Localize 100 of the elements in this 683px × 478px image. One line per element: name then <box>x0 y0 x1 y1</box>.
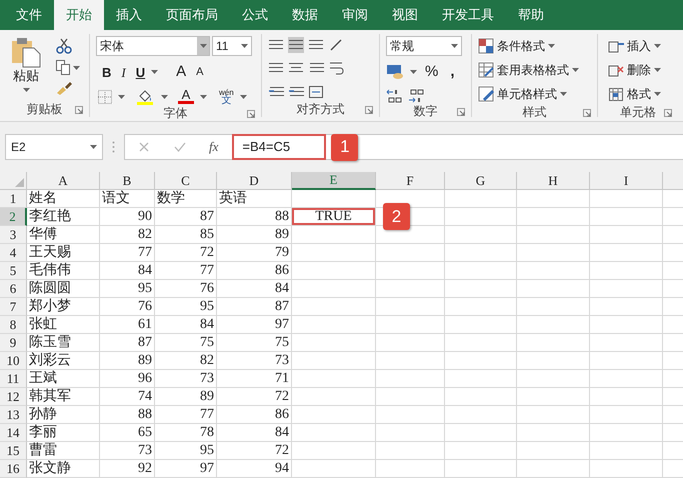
underline-button[interactable]: U <box>136 62 146 82</box>
row-header[interactable]: 13 <box>0 406 27 424</box>
ribbon-tab[interactable]: 开始 <box>54 0 104 30</box>
dialog-launcher-icon[interactable] <box>247 110 255 118</box>
caret-icon[interactable] <box>118 94 125 98</box>
wrap-text-icon[interactable] <box>328 60 344 76</box>
ribbon-tab[interactable]: 视图 <box>380 0 430 30</box>
row-header[interactable]: 4 <box>0 244 27 262</box>
caret-icon[interactable] <box>654 68 661 72</box>
row-header[interactable]: 5 <box>0 262 27 280</box>
number-format-field[interactable]: 常规 <box>386 36 462 56</box>
row-header[interactable]: 2 <box>0 208 27 226</box>
bold-button[interactable]: B <box>102 62 112 82</box>
ribbon-tab[interactable]: 帮助 <box>506 0 556 30</box>
comma-button[interactable]: , <box>450 61 455 84</box>
phonetic-guide-button[interactable]: wén 文 <box>219 88 234 104</box>
insert-button[interactable]: 插入 <box>608 36 661 56</box>
font-name-field[interactable]: 宋体 <box>96 36 210 56</box>
ribbon-tab[interactable]: 插入 <box>104 0 154 30</box>
percent-button[interactable]: % <box>425 61 438 84</box>
italic-button[interactable]: I <box>121 62 126 82</box>
dialog-launcher-icon[interactable] <box>75 106 83 114</box>
increase-decimal-icon[interactable] <box>386 88 402 102</box>
copy-icon[interactable] <box>56 60 70 75</box>
drag-handle-icon[interactable] <box>112 141 115 153</box>
grow-font-button[interactable]: A <box>176 61 186 84</box>
row-header[interactable]: 14 <box>0 424 27 442</box>
column-header[interactable]: B <box>100 172 155 190</box>
column-header[interactable]: E <box>292 172 376 190</box>
table-cell <box>445 352 517 370</box>
row-header[interactable]: 6 <box>0 280 27 298</box>
table-cell: 王斌 <box>27 370 100 388</box>
name-box[interactable]: E2 <box>5 134 103 160</box>
ribbon-tab[interactable]: 审阅 <box>330 0 380 30</box>
font-size-field[interactable]: 11 <box>212 36 252 56</box>
text-orientation-icon[interactable] <box>328 37 344 54</box>
column-header[interactable]: C <box>155 172 217 190</box>
caret-icon[interactable] <box>410 70 417 74</box>
caret-icon[interactable] <box>200 44 206 48</box>
conditional-format-button[interactable]: 条件格式 <box>478 36 579 56</box>
row-header[interactable]: 10 <box>0 352 27 370</box>
row-header[interactable]: 12 <box>0 388 27 406</box>
ribbon-tab[interactable]: 数据 <box>280 0 330 30</box>
caret-icon[interactable] <box>560 92 567 96</box>
caret-icon[interactable] <box>22 88 30 92</box>
insert-function-button[interactable]: fx <box>209 137 218 157</box>
caret-icon[interactable] <box>90 145 97 149</box>
table-cell: 华傅 <box>27 226 100 244</box>
currency-icon[interactable] <box>386 64 404 80</box>
column-header[interactable]: A <box>27 172 100 190</box>
caret-icon[interactable] <box>548 44 555 48</box>
caret-icon[interactable] <box>654 44 661 48</box>
decrease-decimal-icon[interactable] <box>408 88 424 102</box>
brush-icon[interactable] <box>56 81 72 95</box>
caret-icon[interactable] <box>654 92 661 96</box>
delete-button[interactable]: 删除 <box>608 60 661 80</box>
dialog-launcher-icon[interactable] <box>457 108 465 116</box>
caret-icon[interactable] <box>241 44 248 48</box>
caret-icon[interactable] <box>73 66 80 70</box>
ribbon-tab[interactable]: 文件 <box>4 0 54 30</box>
clipboard-icon[interactable] <box>11 36 41 68</box>
scissors-icon[interactable] <box>56 38 72 54</box>
row-header[interactable]: 16 <box>0 460 27 478</box>
format-button[interactable]: 格式 <box>608 84 661 104</box>
ribbon-tab[interactable]: 页面布局 <box>154 0 230 30</box>
ribbon-tab[interactable]: 开发工具 <box>430 0 506 30</box>
row-header[interactable]: 11 <box>0 370 27 388</box>
ribbon-tab[interactable]: 公式 <box>230 0 280 30</box>
formula-field[interactable]: =B4=C5 <box>232 134 326 160</box>
row-header[interactable]: 15 <box>0 442 27 460</box>
dialog-launcher-icon[interactable] <box>664 109 672 117</box>
table-icon <box>478 86 494 102</box>
column-header[interactable]: D <box>217 172 292 190</box>
paste-button[interactable]: 粘贴 <box>6 36 46 101</box>
caret-icon[interactable] <box>151 70 158 74</box>
fill-color-icon[interactable] <box>137 88 155 104</box>
row-header[interactable]: 9 <box>0 334 27 352</box>
shrink-font-button[interactable]: A <box>196 64 204 80</box>
merge-icon[interactable] <box>308 84 324 100</box>
column-header[interactable]: H <box>517 172 590 190</box>
caret-icon[interactable] <box>240 94 247 98</box>
borders-icon[interactable] <box>98 90 112 104</box>
row-header[interactable]: 7 <box>0 298 27 316</box>
table-cell <box>376 424 445 442</box>
table-format-button[interactable]: 套用表格格式 <box>478 60 579 80</box>
caret-icon[interactable] <box>572 68 579 72</box>
column-header[interactable]: F <box>376 172 445 190</box>
font-color-button[interactable]: A <box>178 89 194 104</box>
caret-icon[interactable] <box>161 94 168 98</box>
caret-icon[interactable] <box>451 44 458 48</box>
column-header[interactable]: G <box>445 172 517 190</box>
row-header[interactable]: 1 <box>0 190 27 208</box>
row-header[interactable]: 3 <box>0 226 27 244</box>
dialog-launcher-icon[interactable] <box>583 109 591 117</box>
align-middle-icon[interactable] <box>288 37 304 54</box>
caret-icon[interactable] <box>200 94 207 98</box>
dialog-launcher-icon[interactable] <box>365 106 373 114</box>
cell-styles-button[interactable]: 单元格样式 <box>478 84 579 104</box>
row-header[interactable]: 8 <box>0 316 27 334</box>
column-header[interactable]: I <box>590 172 663 190</box>
